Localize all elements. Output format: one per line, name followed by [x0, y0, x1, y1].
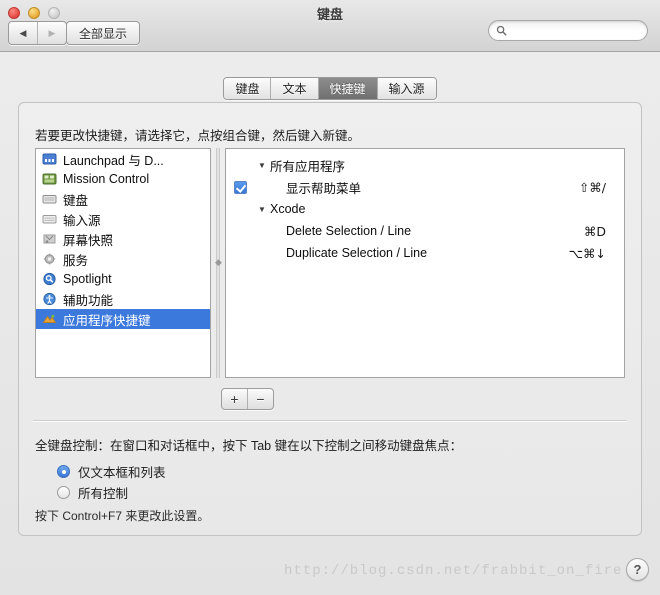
input-source-icon [42, 215, 57, 224]
mission-control-icon [42, 173, 57, 185]
app-shortcuts-icon [42, 314, 57, 323]
radio-button[interactable] [57, 486, 70, 499]
sidebar-item-label: Mission Control [63, 172, 150, 186]
panel-lists: Launchpad 与 D... Mission Control 键盘 输入源 … [35, 148, 625, 378]
tab-text[interactable]: 文本 [270, 78, 318, 99]
sidebar-item-label: Launchpad 与 D... [63, 153, 164, 168]
window-titlebar: 键盘 ◀ ▶ 全部显示 [0, 0, 660, 52]
accessibility-icon [43, 292, 56, 306]
sidebar-item-label: 应用程序快捷键 [63, 313, 151, 328]
help-button[interactable]: ? [626, 558, 649, 581]
tab-input-sources[interactable]: 输入源 [376, 78, 436, 99]
category-list[interactable]: Launchpad 与 D... Mission Control 键盘 输入源 … [35, 148, 211, 378]
sidebar-item-label: 辅助功能 [63, 293, 114, 308]
sidebar-item-screenshots[interactable]: 屏幕快照 [36, 229, 210, 249]
sidebar-item-services[interactable]: 服务 [36, 249, 210, 269]
remove-shortcut-button[interactable]: − [247, 389, 273, 409]
navigation-segmented-control: ◀ ▶ [8, 21, 67, 45]
shortcut-tree[interactable]: ▼ 所有应用程序 显示帮助菜单 ⇧⌘/ ▼ Xcode Delete Selec… [225, 148, 625, 378]
add-shortcut-button[interactable]: + [222, 389, 247, 409]
tab-bar: 键盘 文本 快捷键 输入源 [0, 77, 660, 100]
shortcut-enabled-checkbox[interactable] [234, 180, 247, 194]
sidebar-item-label: Spotlight [63, 272, 112, 286]
radio-option-all-controls[interactable]: 所有控制 [57, 483, 128, 502]
sidebar-item-app-shortcuts[interactable]: 应用程序快捷键 [36, 309, 210, 329]
add-remove-segmented-control: + − [221, 388, 274, 410]
sidebar-item-label: 输入源 [63, 213, 101, 228]
radio-label: 所有控制 [78, 487, 129, 501]
sidebar-item-label: 屏幕快照 [63, 233, 114, 248]
sidebar-item-launchpad[interactable]: Launchpad 与 D... [36, 149, 210, 169]
sidebar-item-label: 键盘 [63, 193, 89, 208]
services-gear-icon [43, 253, 56, 265]
shortcut-keys[interactable]: ⇧⌘/ [579, 180, 606, 195]
tree-group-row[interactable]: ▼ Xcode [226, 198, 624, 220]
disclosure-triangle-icon[interactable]: ▼ [258, 205, 266, 214]
tree-group-label: 所有应用程序 [270, 159, 346, 174]
system-preferences-window: 键盘 ◀ ▶ 全部显示 键盘 文本 快捷键 输入源 若要更改快捷键，请选择它，点… [0, 0, 660, 595]
tree-item-row[interactable]: 显示帮助菜单 ⇧⌘/ [226, 176, 624, 198]
show-all-button[interactable]: 全部显示 [66, 21, 141, 45]
list-splitter[interactable]: ◆ [211, 148, 225, 378]
back-button[interactable]: ◀ [9, 22, 37, 44]
splitter-grip-icon[interactable]: ◆ [214, 258, 223, 267]
tree-group-row[interactable]: ▼ 所有应用程序 [226, 154, 624, 176]
tree-item-label: 显示帮助菜单 [286, 181, 362, 196]
tab-shortcuts[interactable]: 快捷键 [317, 78, 377, 99]
keyboard-access-footnote: 按下 Control+F7 来更改此设置。 [35, 509, 210, 523]
tree-item-label: Delete Selection / Line [286, 224, 412, 238]
sidebar-item-input-sources[interactable]: 输入源 [36, 209, 210, 229]
search-icon [496, 25, 507, 36]
search-field[interactable] [488, 20, 648, 41]
disclosure-triangle-icon[interactable]: ▼ [258, 161, 266, 170]
tree-item-row[interactable]: Duplicate Selection / Line ⌥⌘↓ [226, 242, 624, 264]
radio-option-text-boxes-and-lists[interactable]: 仅文本框和列表 [57, 462, 166, 481]
spotlight-icon [43, 272, 56, 286]
keyboard-icon [42, 195, 57, 204]
sidebar-item-mission-control[interactable]: Mission Control [36, 169, 210, 189]
section-divider [33, 420, 627, 422]
sidebar-item-label: 服务 [63, 253, 89, 268]
full-keyboard-access-title: 全键盘控制：在窗口和对话框中，按下 Tab 键在以下控制之间移动键盘焦点： [35, 439, 463, 453]
instruction-text: 若要更改快捷键，请选择它，点按组合键，然后键入新键。 [35, 129, 361, 143]
shortcuts-panel: 若要更改快捷键，请选择它，点按组合键，然后键入新键。 Launchpad 与 D… [18, 102, 642, 536]
tree-item-label: Duplicate Selection / Line [286, 246, 428, 260]
tree-item-row[interactable]: Delete Selection / Line ⌘D [226, 220, 624, 242]
tree-group-label: Xcode [270, 202, 306, 216]
tab-keyboard[interactable]: 键盘 [224, 78, 271, 99]
search-input[interactable] [511, 23, 640, 38]
radio-label: 仅文本框和列表 [78, 466, 166, 480]
forward-button[interactable]: ▶ [37, 22, 66, 44]
sidebar-item-keyboard[interactable]: 键盘 [36, 189, 210, 209]
radio-button[interactable] [57, 465, 70, 478]
shortcut-keys[interactable]: ⌥⌘↓ [569, 246, 606, 261]
sidebar-item-spotlight[interactable]: Spotlight [36, 269, 210, 289]
shortcut-keys[interactable]: ⌘D [584, 224, 606, 239]
watermark-text: http://blog.csdn.net/frabbit_on_fire [284, 563, 623, 579]
sidebar-item-accessibility[interactable]: 辅助功能 [36, 289, 210, 309]
screenshot-icon [43, 234, 56, 244]
launchpad-icon [42, 153, 57, 165]
